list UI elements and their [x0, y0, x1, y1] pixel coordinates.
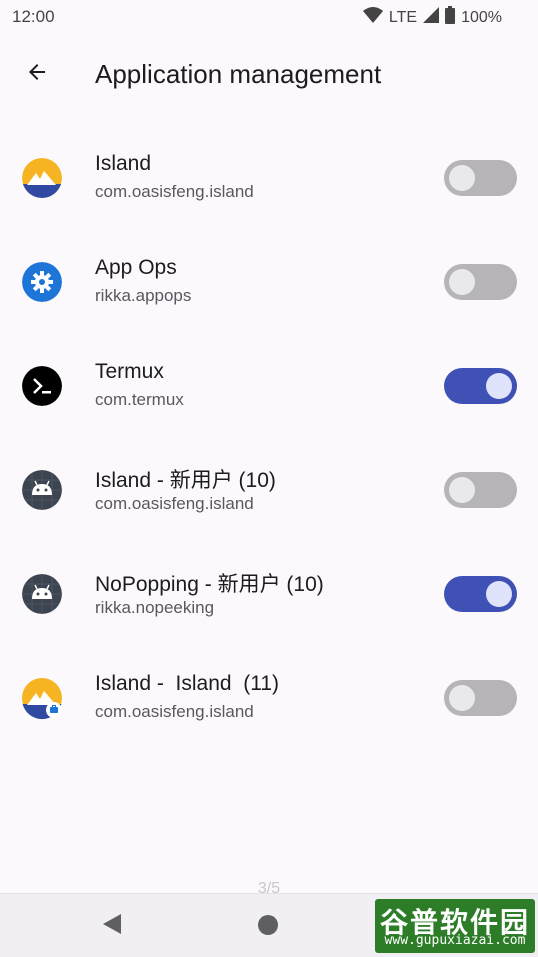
enable-toggle[interactable] [444, 264, 517, 300]
status-time: 12:00 [12, 7, 55, 26]
cell-signal-icon [423, 7, 440, 28]
island-icon [22, 158, 62, 198]
app-package: com.oasisfeng.island [95, 182, 254, 201]
page-title: Application management [95, 59, 382, 89]
toggle-thumb [449, 165, 475, 191]
app-package: com.oasisfeng.island [95, 494, 254, 513]
app-name: NoPopping - 新用户 (10) [95, 573, 324, 596]
app-row-nopopping-user10[interactable]: NoPopping - 新用户 (10) rikka.nopeeking [0, 541, 538, 645]
status-icons: LTE 100% [362, 6, 502, 29]
watermark-url: www.gupuxiazai.com [384, 933, 526, 948]
app-row-appops[interactable]: App Ops rikka.appops [0, 229, 538, 333]
nav-home-icon[interactable] [258, 915, 278, 935]
wifi-icon [362, 7, 383, 28]
app-row-island-user10[interactable]: Island - 新用户 (10) com.oasisfeng.island [0, 437, 538, 541]
battery-icon [445, 6, 456, 29]
android-icon [22, 470, 62, 510]
app-name: Island [95, 152, 152, 175]
enable-toggle[interactable] [444, 576, 517, 612]
app-name: Island - 新用户 (10) [95, 469, 276, 492]
app-name: App Ops [95, 256, 177, 279]
appops-gear-icon [22, 262, 62, 302]
toggle-thumb [449, 685, 475, 711]
app-name: Island - Island (11) [95, 672, 280, 695]
toggle-thumb [486, 581, 512, 607]
network-type: LTE [388, 8, 418, 26]
enable-toggle[interactable] [444, 472, 517, 508]
app-package: rikka.appops [95, 286, 192, 305]
app-package: com.oasisfeng.island [95, 702, 254, 721]
toggle-thumb [449, 269, 475, 295]
app-name: Termux [95, 360, 164, 383]
enable-toggle[interactable] [444, 680, 517, 716]
status-bar: 12:00 LTE 100% [0, 0, 538, 33]
app-bar: Application management [0, 33, 538, 115]
toggle-thumb [486, 373, 512, 399]
watermark-logo: 谷普软件园 www.gupuxiazai.com [375, 899, 535, 953]
app-row-island-work[interactable]: Island - Island (11) com.oasisfeng.islan… [0, 645, 538, 749]
toggle-thumb [449, 477, 475, 503]
nav-back-icon[interactable] [101, 913, 123, 940]
android-icon [22, 574, 62, 614]
app-package: com.termux [95, 390, 184, 409]
arrow-back-icon [25, 60, 49, 89]
termux-icon [22, 366, 62, 406]
enable-toggle[interactable] [444, 368, 517, 404]
app-row-termux[interactable]: Termux com.termux [0, 333, 538, 437]
app-package: rikka.nopeeking [95, 598, 215, 617]
island-work-icon [22, 678, 62, 720]
app-row-island[interactable]: Island com.oasisfeng.island [0, 125, 538, 229]
enable-toggle[interactable] [444, 160, 517, 196]
battery-percent: 100% [461, 8, 502, 26]
back-button[interactable] [18, 55, 56, 93]
